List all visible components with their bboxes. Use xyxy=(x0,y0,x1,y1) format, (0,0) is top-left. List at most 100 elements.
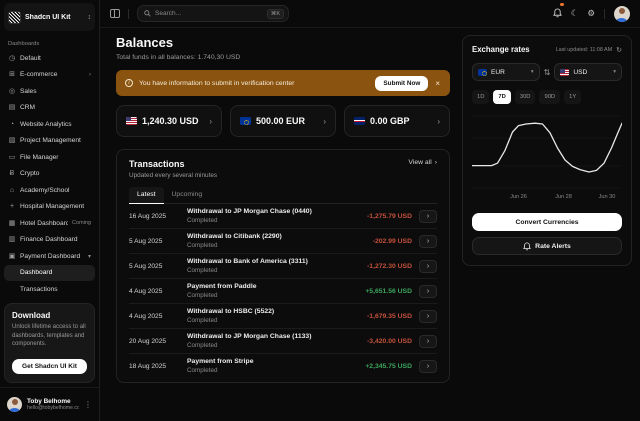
sidebar-item-hospital-management[interactable]: + Hospital Management xyxy=(4,199,95,216)
row-detail-button[interactable]: › xyxy=(419,334,437,348)
refresh-icon[interactable]: ↻ xyxy=(616,46,622,54)
brand-name: Shadcn UI Kit xyxy=(25,13,71,21)
from-currency-value: EUR xyxy=(491,68,505,76)
search-shortcut-kbd: ⌘K xyxy=(266,8,284,19)
sidebar-item-sales[interactable]: ◎ Sales xyxy=(4,83,95,100)
sidebar-item-payment-dashboard[interactable]: ▣ Payment Dashboard ▾ xyxy=(4,248,95,265)
chevron-down-icon: ▾ xyxy=(530,69,534,75)
tab-latest[interactable]: Latest xyxy=(129,187,164,204)
sidebar-toggle-icon[interactable] xyxy=(110,9,120,18)
user-profile[interactable]: Toby Belhome hello@tobybelhome.com ⋮ xyxy=(0,387,99,421)
brand-logo-icon xyxy=(8,10,21,24)
swap-currencies-icon[interactable]: ⇅ xyxy=(544,68,551,77)
chart-icon: ▤ xyxy=(8,104,16,112)
transaction-row: 18 Aug 2025 Payment from Stripe Completed… xyxy=(129,354,437,378)
transaction-amount: -1,679.35 USD xyxy=(367,312,412,320)
eur-balance: 500.00 EUR xyxy=(256,116,306,126)
account-card-usd[interactable]: 1,240.30 USD › xyxy=(116,105,222,137)
eu-flag-icon xyxy=(478,68,487,76)
transaction-row: 5 Aug 2025 Withdrawal to Bank of America… xyxy=(129,254,437,279)
status-text: Completed xyxy=(187,267,218,274)
chevron-down-icon: ▾ xyxy=(87,253,91,260)
period-7d[interactable]: 7D xyxy=(493,90,511,104)
sidebar-item-hotel-dashboard[interactable]: ▦ Hotel Dashboard Coming xyxy=(4,215,95,232)
chevron-right-icon: › xyxy=(437,116,440,126)
folder-icon: ▭ xyxy=(8,153,16,161)
submit-now-button[interactable]: Submit Now xyxy=(375,75,429,91)
page-title: Balances xyxy=(116,35,174,50)
us-flag-icon xyxy=(560,68,570,76)
row-detail-button[interactable]: › xyxy=(419,359,437,373)
notifications-button[interactable] xyxy=(552,2,564,23)
rate-chart-svg xyxy=(472,115,622,189)
transaction-amount: -1,275.79 USD xyxy=(367,212,412,220)
sidebar-item-file-manager[interactable]: ▭ File Manager xyxy=(4,149,95,166)
eu-flag-icon xyxy=(240,117,251,125)
convert-currencies-button[interactable]: Convert Currencies xyxy=(472,213,622,231)
workspace-switcher[interactable]: Shadcn UI Kit ↕ xyxy=(4,3,95,31)
sidebar-item-crypto[interactable]: Ƀ Crypto xyxy=(4,166,95,183)
period-selector: 1D 7D 30D 90D 1Y xyxy=(472,90,622,104)
x-tick: Jun 26 xyxy=(510,194,527,200)
page-content: Balances Total funds in all balances: 1.… xyxy=(100,28,640,421)
us-flag-icon xyxy=(126,117,137,125)
row-detail-button[interactable]: › xyxy=(419,209,437,223)
period-1y[interactable]: 1Y xyxy=(564,90,582,104)
sidebar-item-crm[interactable]: ▤ CRM xyxy=(4,100,95,117)
sidebar-item-ecommerce[interactable]: ⊞ E-commerce › xyxy=(4,67,95,84)
topbar-avatar[interactable] xyxy=(614,5,630,22)
search-box[interactable]: ⌘K xyxy=(137,5,289,22)
divider xyxy=(128,8,129,19)
period-30d[interactable]: 30D xyxy=(514,90,536,104)
row-detail-button[interactable]: › xyxy=(419,309,437,323)
transactions-tabs: Latest Upcoming xyxy=(129,187,437,204)
sidebar-item-finance-dashboard[interactable]: ▥ Finance Dashboard xyxy=(4,232,95,249)
transaction-amount: -3,420.00 USD xyxy=(367,337,412,345)
view-all-link[interactable]: View all › xyxy=(408,159,437,166)
transaction-amount: -202.99 USD xyxy=(372,237,412,245)
sidebar-subitem-dashboard[interactable]: Dashboard xyxy=(4,264,95,281)
verification-banner: You have information to submit in verifi… xyxy=(116,70,450,96)
exchange-rates-title: Exchange rates xyxy=(472,45,530,54)
close-icon[interactable]: × xyxy=(434,79,441,88)
credit-card-icon: ▣ xyxy=(8,252,16,260)
account-card-gbp[interactable]: 0.00 GBP › xyxy=(344,105,450,137)
sidebar-item-project-management[interactable]: ▧ Project Management xyxy=(4,133,95,150)
period-1d[interactable]: 1D xyxy=(472,90,490,104)
row-detail-button[interactable]: › xyxy=(419,234,437,248)
dark-mode-toggle[interactable]: ☾ xyxy=(571,9,579,18)
search-icon xyxy=(144,10,151,17)
user-name: Toby Belhome xyxy=(27,398,71,405)
transactions-card: Transactions Updated every several minut… xyxy=(116,149,450,383)
usd-balance: 1,240.30 USD xyxy=(142,116,199,126)
topbar: ⌘K ☾ ⚙ xyxy=(100,0,640,28)
chevron-right-icon: › xyxy=(209,116,212,126)
user-email: hello@tobybelhome.com xyxy=(27,405,79,411)
settings-button[interactable]: ⚙ xyxy=(587,9,595,18)
to-currency-select[interactable]: USD ▾ xyxy=(554,63,623,81)
analytics-icon: ◔ xyxy=(9,120,15,128)
sidebar-item-academy-school[interactable]: ⌂ Academy/School xyxy=(4,182,95,199)
row-detail-button[interactable]: › xyxy=(419,259,437,273)
sidebar-subitem-transactions[interactable]: Transactions xyxy=(4,281,95,298)
coming-badge: Coming xyxy=(72,220,91,227)
sidebar-nav: Dashboards ◷ Default ⊞ E-commerce › ◎ Sa… xyxy=(0,31,99,299)
divider xyxy=(604,8,605,19)
clock-icon: ◷ xyxy=(8,54,16,62)
account-card-eur[interactable]: 500.00 EUR › xyxy=(230,105,336,137)
account-cards: 1,240.30 USD › 500.00 EUR › 0.00 GBP › xyxy=(116,105,450,137)
badge-dollar-icon: ◎ xyxy=(8,87,16,95)
row-detail-button[interactable]: › xyxy=(419,284,437,298)
status-text: Completed xyxy=(187,342,218,349)
more-options-icon[interactable]: ⋮ xyxy=(84,400,92,409)
from-currency-select[interactable]: EUR ▾ xyxy=(472,63,540,81)
sidebar-item-website-analytics[interactable]: ◔ Website Analytics xyxy=(4,116,95,133)
get-ui-kit-button[interactable]: Get Shadcn UI Kit xyxy=(12,359,87,374)
status-text: Completed xyxy=(187,317,218,324)
rate-alerts-button[interactable]: Rate Alerts xyxy=(472,237,622,255)
sidebar-item-default[interactable]: ◷ Default xyxy=(4,50,95,67)
status-text: Completed xyxy=(187,292,218,299)
search-input[interactable] xyxy=(155,10,263,17)
period-90d[interactable]: 90D xyxy=(539,90,561,104)
tab-upcoming[interactable]: Upcoming xyxy=(164,187,211,203)
